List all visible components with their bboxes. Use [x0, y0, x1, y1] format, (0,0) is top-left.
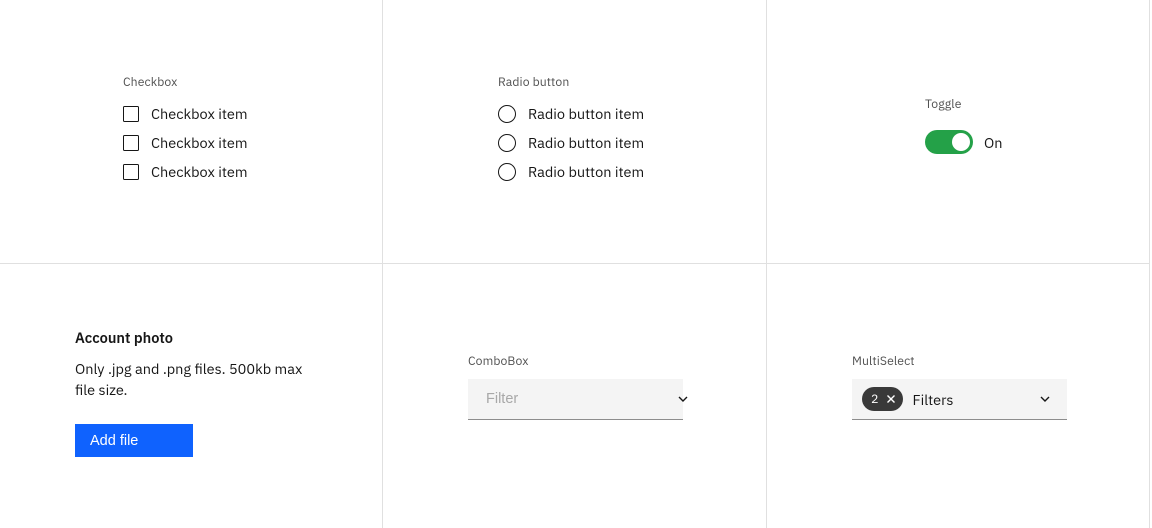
checkbox-item-label: Checkbox item [151, 133, 248, 152]
checkbox-box-icon [123, 106, 139, 122]
checkbox-cell: Checkbox Checkbox item Checkbox item Che… [0, 0, 383, 264]
clear-selection-button[interactable] [883, 391, 899, 407]
file-uploader-cell: Account photo Only .jpg and .png files. … [0, 264, 383, 528]
combobox-label: ComboBox [468, 353, 683, 369]
multiselect-text: Filters [913, 390, 1037, 409]
file-uploader-description: Only .jpg and .png files. 500kb max file… [75, 358, 310, 400]
checkbox-item[interactable]: Checkbox item [123, 157, 382, 186]
checkbox-item[interactable]: Checkbox item [123, 99, 382, 128]
chevron-down-icon [675, 391, 691, 407]
combobox-cell: ComboBox [383, 264, 767, 528]
close-icon [884, 392, 898, 406]
toggle-state-label: On [984, 133, 1003, 152]
radio-item-label: Radio button item [528, 104, 644, 123]
toggle-label: Toggle [925, 96, 1149, 112]
file-uploader-title: Account photo [75, 329, 310, 348]
toggle-cell: Toggle On [767, 0, 1150, 264]
multiselect-cell: MultiSelect 2 Filters [767, 264, 1150, 528]
combobox-field[interactable] [468, 379, 683, 420]
radio-circle-icon [498, 163, 516, 181]
selection-count: 2 [871, 391, 879, 407]
radio-item[interactable]: Radio button item [498, 157, 766, 186]
checkbox-item-label: Checkbox item [151, 104, 248, 123]
chevron-down-icon [1037, 391, 1053, 407]
radio-item-label: Radio button item [528, 133, 644, 152]
checkbox-box-icon [123, 135, 139, 151]
multiselect-field[interactable]: 2 Filters [852, 379, 1067, 420]
radio-group-label: Radio button [498, 74, 766, 90]
radio-cell: Radio button Radio button item Radio but… [383, 0, 767, 264]
radio-item[interactable]: Radio button item [498, 128, 766, 157]
checkbox-item[interactable]: Checkbox item [123, 128, 382, 157]
combobox-input[interactable] [484, 390, 675, 408]
radio-circle-icon [498, 105, 516, 123]
toggle-knob-icon [952, 133, 970, 151]
radio-item-label: Radio button item [528, 162, 644, 181]
toggle-switch[interactable] [925, 130, 973, 154]
radio-circle-icon [498, 134, 516, 152]
checkbox-group-label: Checkbox [123, 74, 382, 90]
multiselect-label: MultiSelect [852, 353, 1067, 369]
component-grid: Checkbox Checkbox item Checkbox item Che… [0, 0, 1150, 528]
selection-tag: 2 [862, 387, 903, 411]
add-file-button[interactable]: Add file [75, 424, 193, 457]
checkbox-box-icon [123, 164, 139, 180]
checkbox-item-label: Checkbox item [151, 162, 248, 181]
radio-item[interactable]: Radio button item [498, 99, 766, 128]
